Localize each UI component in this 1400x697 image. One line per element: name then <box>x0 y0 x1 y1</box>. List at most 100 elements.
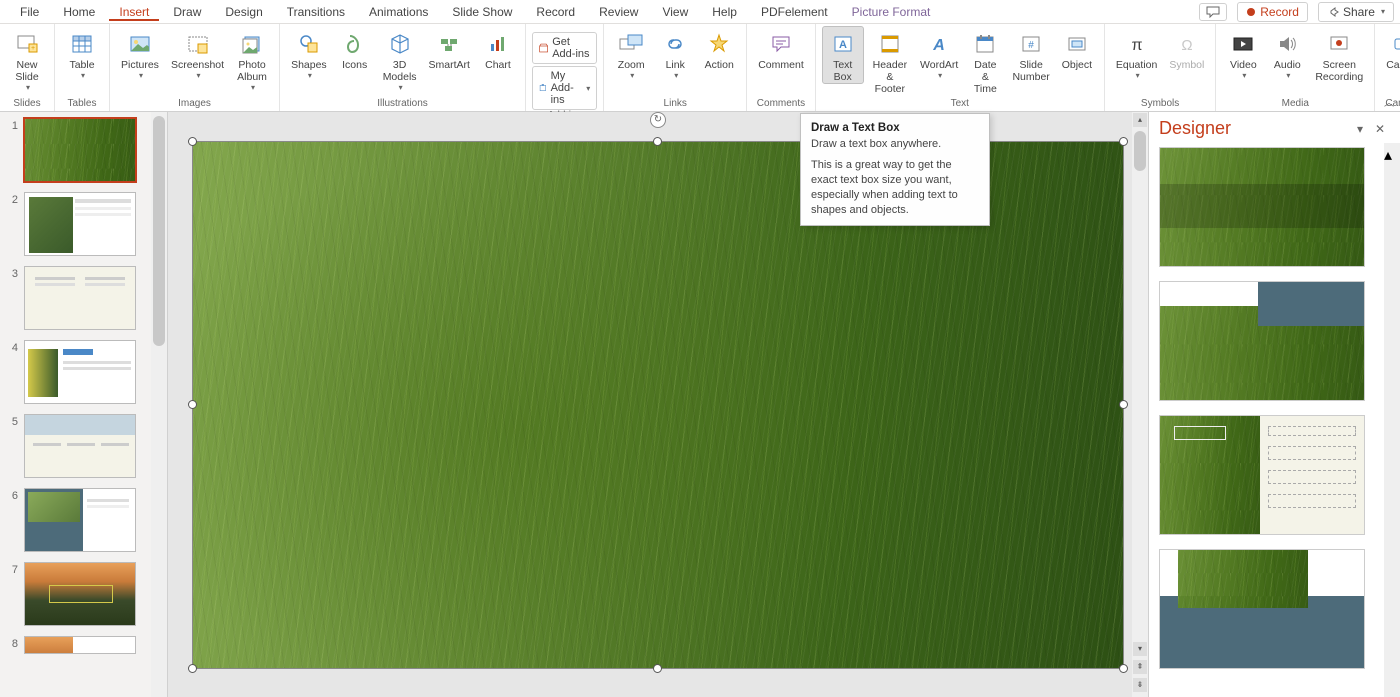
tab-insert[interactable]: Insert <box>109 3 159 21</box>
scrollbar-thumb[interactable] <box>153 116 165 346</box>
slide-thumb-2[interactable] <box>24 192 136 256</box>
scrollbar-thumb[interactable] <box>1134 131 1146 171</box>
slide-thumb-6[interactable] <box>24 488 136 552</box>
chart-button[interactable]: Chart <box>477 26 519 72</box>
slide-thumb-8[interactable] <box>24 636 136 654</box>
slide-number-button[interactable]: # Slide Number <box>1008 26 1053 84</box>
action-button[interactable]: Action <box>698 26 740 72</box>
object-button[interactable]: Object <box>1056 26 1098 72</box>
resize-handle-e[interactable] <box>1119 400 1128 409</box>
resize-handle-s[interactable] <box>653 664 662 673</box>
tab-transitions[interactable]: Transitions <box>277 3 355 21</box>
scrollbar-thumb[interactable] <box>1384 169 1400 289</box>
equation-button[interactable]: π Equation ▾ <box>1111 26 1162 81</box>
icons-button[interactable]: Icons <box>334 26 376 72</box>
slide-thumb-7[interactable] <box>24 562 136 626</box>
table-button[interactable]: Table ▾ <box>61 26 103 81</box>
canvas-scrollbar[interactable]: ▴ ▾ ⇞ ⇟ <box>1132 112 1148 697</box>
slide-thumb-4[interactable] <box>24 340 136 404</box>
comments-toggle[interactable] <box>1199 3 1227 21</box>
slide-number-3: 3 <box>6 266 18 280</box>
design-suggestion-2[interactable] <box>1159 281 1365 401</box>
tab-record[interactable]: Record <box>526 3 585 21</box>
screenshot-button[interactable]: Screenshot ▾ <box>166 26 229 81</box>
resize-handle-se[interactable] <box>1119 664 1128 673</box>
scroll-up-icon[interactable]: ▴ <box>1133 113 1147 127</box>
slide-number-2: 2 <box>6 192 18 206</box>
tooltip-title: Draw a Text Box <box>811 122 979 134</box>
tab-design[interactable]: Design <box>215 3 272 21</box>
thumbnail-scrollbar[interactable] <box>151 112 167 697</box>
slide-thumb-5[interactable] <box>24 414 136 478</box>
collapse-ribbon-button[interactable]: ︿ <box>1384 94 1394 109</box>
resize-handle-sw[interactable] <box>188 664 197 673</box>
zoom-label: Zoom <box>618 57 645 71</box>
resize-handle-nw[interactable] <box>188 137 197 146</box>
audio-button[interactable]: Audio ▾ <box>1266 26 1308 81</box>
comment-bubble-icon <box>1206 6 1220 18</box>
slide-thumb-1[interactable] <box>24 118 136 182</box>
tab-picture-format[interactable]: Picture Format <box>842 3 941 21</box>
tab-file[interactable]: File <box>10 3 49 21</box>
date-time-button[interactable]: Date & Time <box>964 26 1006 96</box>
header-footer-button[interactable]: Header & Footer <box>866 26 914 96</box>
designer-close-button[interactable]: ✕ <box>1370 119 1390 139</box>
close-icon: ✕ <box>1375 122 1385 136</box>
tab-view[interactable]: View <box>652 3 698 21</box>
design-suggestion-3[interactable] <box>1159 415 1365 535</box>
record-button[interactable]: Record <box>1237 2 1308 22</box>
prev-slide-icon[interactable]: ⇞ <box>1133 660 1147 674</box>
pictures-button[interactable]: Pictures ▾ <box>116 26 164 81</box>
screen-recording-button[interactable]: Screen Recording <box>1310 26 1368 84</box>
shapes-button[interactable]: Shapes ▾ <box>286 26 332 81</box>
tab-help[interactable]: Help <box>702 3 747 21</box>
svg-text:A: A <box>932 37 945 54</box>
chevron-down-icon: ▾ <box>26 83 30 92</box>
my-addins-button[interactable]: My Add-ins ▾ <box>532 66 597 110</box>
zoom-button[interactable]: Zoom ▾ <box>610 26 652 81</box>
smartart-button[interactable]: SmartArt <box>424 26 475 72</box>
slide-number-4: 4 <box>6 340 18 354</box>
tab-slideshow[interactable]: Slide Show <box>442 3 522 21</box>
tab-home[interactable]: Home <box>53 3 105 21</box>
scroll-down-icon[interactable]: ▾ <box>1133 642 1147 656</box>
symbol-button: Ω Symbol <box>1164 26 1209 72</box>
puzzle-icon <box>539 81 547 95</box>
text-box-button[interactable]: A Text Box <box>822 26 864 84</box>
comment-button[interactable]: Comment <box>753 26 809 72</box>
screenshot-icon <box>187 33 209 55</box>
rotation-handle[interactable]: ↻ <box>650 112 666 128</box>
slide-canvas-area[interactable]: ↻ ▴ ▾ ⇞ ⇟ <box>168 112 1148 697</box>
tab-pdfelement[interactable]: PDFelement <box>751 3 838 21</box>
design-suggestion-4[interactable] <box>1159 549 1365 669</box>
comment-icon <box>770 33 792 55</box>
designer-pane: Designer ▾ ✕ <box>1148 112 1400 697</box>
photo-album-button[interactable]: Photo Album ▾ <box>231 26 273 93</box>
video-button[interactable]: Video ▾ <box>1222 26 1264 81</box>
screenshot-label: Screenshot <box>171 57 224 71</box>
cameo-button[interactable]: Cameo ▾ <box>1381 26 1400 81</box>
scroll-up-icon[interactable]: ▴ <box>1384 145 1400 165</box>
tab-draw[interactable]: Draw <box>163 3 211 21</box>
tab-review[interactable]: Review <box>589 3 648 21</box>
svg-text:Ω: Ω <box>1181 37 1192 54</box>
group-label-images: Images <box>178 98 211 111</box>
resize-handle-ne[interactable] <box>1119 137 1128 146</box>
resize-handle-n[interactable] <box>653 137 662 146</box>
new-slide-button[interactable]: + New Slide ▾ <box>6 26 48 93</box>
screen-recording-icon <box>1328 33 1350 55</box>
designer-menu-button[interactable]: ▾ <box>1350 119 1370 139</box>
get-addins-button[interactable]: Get Add-ins <box>532 32 597 64</box>
share-button[interactable]: Share ▾ <box>1318 2 1394 22</box>
wordart-button[interactable]: A WordArt ▾ <box>916 26 962 81</box>
designer-scrollbar[interactable]: ▴ <box>1384 143 1400 697</box>
resize-handle-w[interactable] <box>188 400 197 409</box>
next-slide-icon[interactable]: ⇟ <box>1133 678 1147 692</box>
link-button[interactable]: Link ▾ <box>654 26 696 81</box>
design-suggestion-1[interactable] <box>1159 147 1365 267</box>
3d-models-button[interactable]: 3D Models ▾ <box>378 26 422 93</box>
slide-thumb-3[interactable] <box>24 266 136 330</box>
action-label: Action <box>705 57 734 71</box>
cameo-label: Cameo <box>1386 57 1400 71</box>
tab-animations[interactable]: Animations <box>359 3 438 21</box>
